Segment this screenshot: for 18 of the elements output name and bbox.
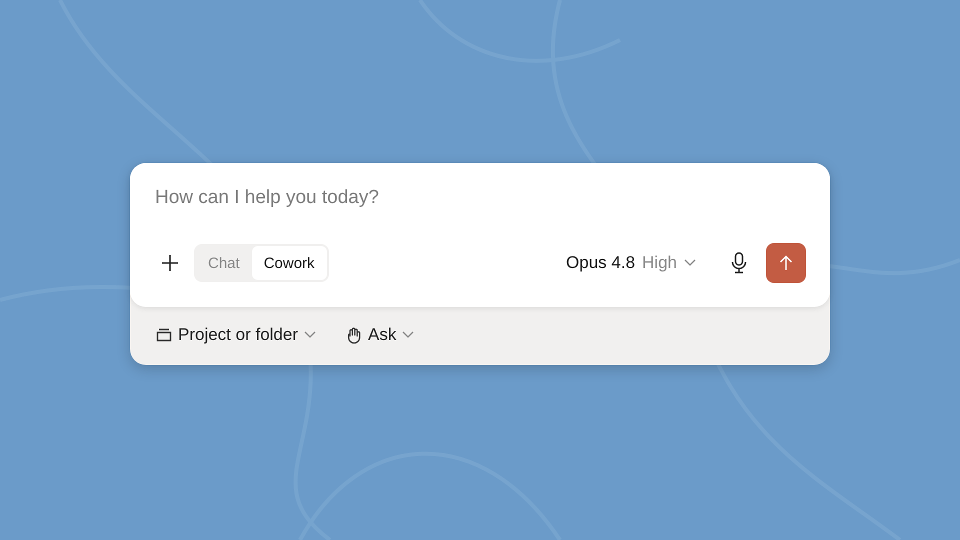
chevron-down-icon bbox=[304, 331, 316, 339]
model-selector[interactable]: Opus 4.8 High bbox=[566, 253, 696, 273]
hand-icon bbox=[346, 326, 362, 344]
chevron-down-icon bbox=[684, 259, 696, 267]
send-button[interactable] bbox=[766, 243, 806, 283]
effort-label: High bbox=[642, 253, 677, 273]
arrow-up-icon bbox=[779, 255, 793, 271]
model-name: Opus 4.8 bbox=[566, 253, 636, 273]
plus-icon bbox=[161, 254, 179, 272]
chevron-down-icon bbox=[402, 331, 414, 339]
option-label: Ask bbox=[368, 325, 396, 345]
mode-tab[interactable]: Cowork bbox=[252, 246, 327, 280]
option-label: Project or folder bbox=[178, 325, 298, 345]
option-dropdown[interactable]: Ask bbox=[346, 325, 414, 345]
microphone-icon bbox=[731, 252, 747, 274]
prompt-field[interactable]: How can I help you today? bbox=[155, 183, 806, 213]
option-dropdown[interactable]: Project or folder bbox=[156, 325, 316, 345]
folder-icon bbox=[156, 328, 172, 342]
